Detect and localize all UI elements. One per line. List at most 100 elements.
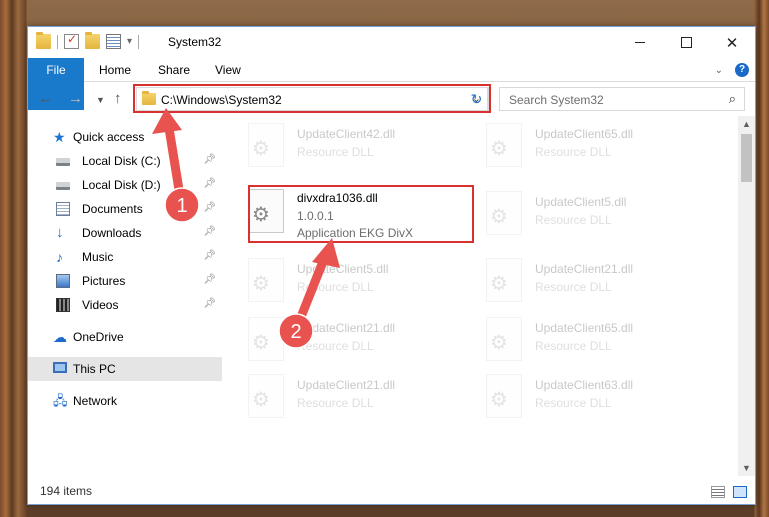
scroll-down-icon[interactable]: ▼ (742, 463, 751, 473)
sidebar-item-videos[interactable]: Videos 📌︎ (28, 293, 222, 317)
tab-share[interactable]: Share (158, 58, 190, 82)
documents-icon (56, 202, 70, 216)
file-item[interactable]: UpdateClient65.dll Resource DLL (460, 313, 685, 365)
pin-icon[interactable]: 📌︎ (203, 226, 216, 237)
file-name: UpdateClient21.dll (297, 321, 396, 335)
dll-file-icon (248, 317, 284, 361)
file-item[interactable]: UpdateClient21.dll Resource DLL (460, 254, 685, 306)
file-item[interactable]: UpdateClient5.dll Resource DLL (460, 187, 685, 239)
pin-icon[interactable]: 📌︎ (203, 202, 216, 213)
arrow-left-icon[interactable]: ← (38, 90, 53, 107)
sidebar-item-documents[interactable]: Documents 📌︎ (28, 197, 222, 221)
toolbar-separator (57, 34, 58, 49)
pin-icon[interactable]: 📌︎ (203, 250, 216, 261)
maximize-button[interactable] (663, 27, 709, 58)
search-icon[interactable]: ⌕ (729, 91, 736, 107)
pictures-icon (56, 274, 70, 288)
sidebar-item-label: Local Disk (C:) (82, 154, 161, 168)
file-item[interactable]: UpdateClient21.dll Resource DLL (222, 370, 447, 422)
dll-file-icon (248, 258, 284, 302)
vertical-scrollbar[interactable]: ▲ ▼ (738, 116, 755, 476)
pin-icon[interactable]: 📌︎ (203, 154, 216, 165)
search-input[interactable]: Search System32 ⌕ (499, 87, 745, 111)
file-name: UpdateClient5.dll (297, 262, 389, 276)
drive-icon (56, 182, 70, 190)
title-bar: ▾ System32 ✕ (28, 27, 755, 58)
sidebar-item-pictures[interactable]: Pictures 📌︎ (28, 269, 222, 293)
address-highlight-box (133, 84, 491, 113)
toolbar-separator (138, 34, 140, 49)
sidebar-item-label: Videos (82, 298, 119, 312)
sidebar-item-onedrive[interactable]: ☁ OneDrive (28, 325, 222, 349)
sidebar-item-network[interactable]: 🖧︎ Network (28, 389, 222, 413)
scrollbar-thumb[interactable] (741, 134, 752, 182)
file-type: Resource DLL (297, 396, 374, 410)
ribbon-tabs: File Home Share View ⌄ ? (28, 58, 755, 110)
arrow-right-icon[interactable]: → (68, 90, 83, 107)
file-item[interactable]: UpdateClient65.dll Resource DLL (460, 119, 685, 171)
file-item[interactable]: UpdateClient42.dll Resource DLL (222, 119, 447, 171)
sidebar-item-label: Local Disk (D:) (82, 178, 161, 192)
file-item[interactable]: UpdateClient63.dll Resource DLL (460, 370, 685, 422)
dll-file-icon (248, 123, 284, 167)
videos-icon (56, 298, 70, 312)
status-bar: 194 items (28, 479, 755, 505)
sidebar-item-label: This PC (73, 362, 116, 376)
folder-icon (36, 32, 51, 49)
file-item[interactable]: UpdateClient5.dll Resource DLL (222, 254, 447, 306)
file-type: Resource DLL (297, 339, 374, 353)
help-icon[interactable]: ? (735, 63, 749, 77)
sidebar-item-this-pc[interactable]: This PC (28, 357, 222, 381)
dll-file-icon (486, 191, 522, 235)
file-type: Resource DLL (535, 145, 612, 159)
sidebar-item-label: OneDrive (73, 330, 124, 344)
sidebar-item-downloads[interactable]: ↓ Downloads 📌︎ (28, 221, 222, 245)
dll-file-icon (248, 374, 284, 418)
properties-icon[interactable] (106, 34, 121, 49)
expand-ribbon-chevron-icon[interactable]: ⌄ (715, 65, 723, 76)
file-name: UpdateClient42.dll (297, 127, 396, 141)
sidebar-item-label: Downloads (82, 226, 142, 240)
properties-check-icon[interactable] (64, 32, 79, 49)
tab-home[interactable]: Home (99, 58, 131, 82)
file-item[interactable]: UpdateClient21.dll Resource DLL (222, 313, 447, 365)
file-type: Resource DLL (535, 280, 612, 294)
navigation-bar: ← → ▼ ↑ C:\Windows\System32 ⌄ ↻ Search S… (28, 83, 755, 116)
new-folder-icon[interactable] (85, 32, 100, 49)
close-button[interactable]: ✕ (709, 27, 755, 58)
recent-locations-chevron-icon[interactable]: ▼ (96, 95, 105, 105)
download-icon: ↓ (56, 224, 64, 241)
dll-file-icon (486, 374, 522, 418)
pin-icon[interactable]: 📌︎ (203, 178, 216, 189)
tab-view[interactable]: View (215, 58, 241, 82)
file-type: Resource DLL (535, 339, 612, 353)
quick-access-toolbar: ▾ (36, 32, 140, 49)
large-icons-view-icon[interactable] (733, 486, 747, 498)
minimize-button[interactable] (617, 27, 663, 58)
file-list: UpdateClient42.dll Resource DLL divxdra1… (222, 116, 742, 476)
customize-toolbar-chevron-icon[interactable]: ▾ (127, 36, 132, 47)
sidebar-item-quick-access[interactable]: ★ Quick access (28, 125, 222, 149)
file-type: Resource DLL (297, 280, 374, 294)
dll-file-icon (486, 258, 522, 302)
arrow-up-icon[interactable]: ↑ (114, 90, 122, 107)
file-name: UpdateClient21.dll (297, 378, 396, 392)
sidebar-item-music[interactable]: ♪ Music 📌︎ (28, 245, 222, 269)
cloud-icon: ☁ (53, 329, 67, 345)
file-name: UpdateClient21.dll (535, 262, 634, 276)
star-icon: ★ (53, 129, 66, 145)
sidebar-item-label: Pictures (82, 274, 126, 288)
sidebar-item-label: Network (73, 394, 118, 408)
sidebar-item-local-disk-c[interactable]: Local Disk (C:) 📌︎ (28, 149, 222, 173)
file-type: Resource DLL (297, 145, 374, 159)
sidebar-item-local-disk-d[interactable]: Local Disk (D:) 📌︎ (28, 173, 222, 197)
file-explorer-window: ▾ System32 ✕ File Home Share View ⌄ ? ← … (27, 26, 756, 505)
file-name: UpdateClient63.dll (535, 378, 634, 392)
details-view-icon[interactable] (711, 486, 725, 498)
pin-icon[interactable]: 📌︎ (203, 298, 216, 309)
scroll-up-icon[interactable]: ▲ (742, 119, 751, 129)
pin-icon[interactable]: 📌︎ (203, 274, 216, 285)
music-icon: ♪ (56, 249, 63, 265)
network-icon: 🖧︎ (53, 393, 68, 408)
sidebar-item-label: Music (82, 250, 114, 264)
